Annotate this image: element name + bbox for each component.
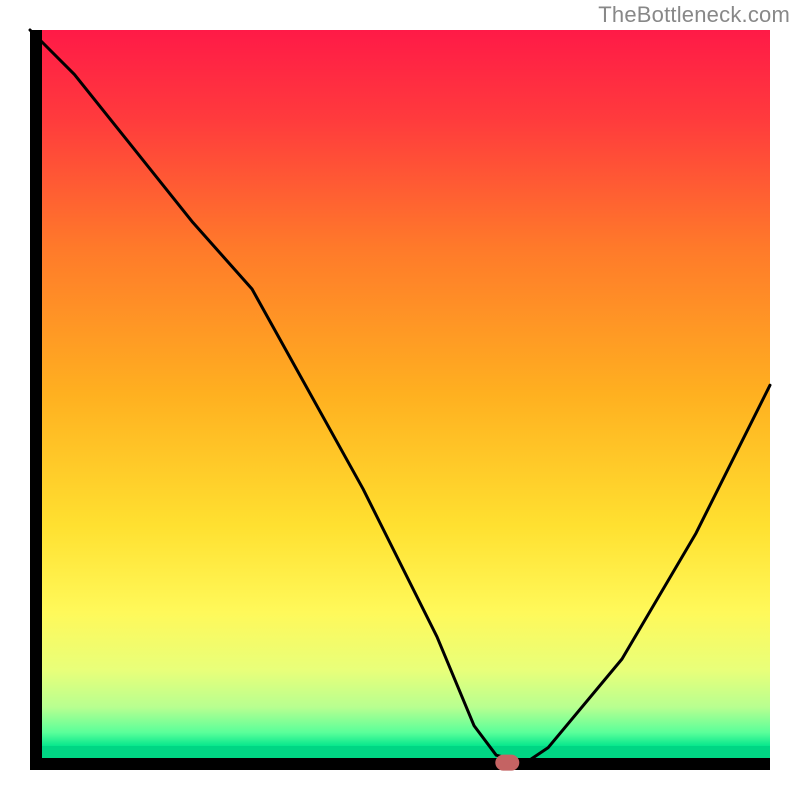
chart-frame: TheBottleneck.com xyxy=(0,0,800,800)
bottleneck-plot xyxy=(0,0,800,800)
watermark-text: TheBottleneck.com xyxy=(598,2,790,28)
